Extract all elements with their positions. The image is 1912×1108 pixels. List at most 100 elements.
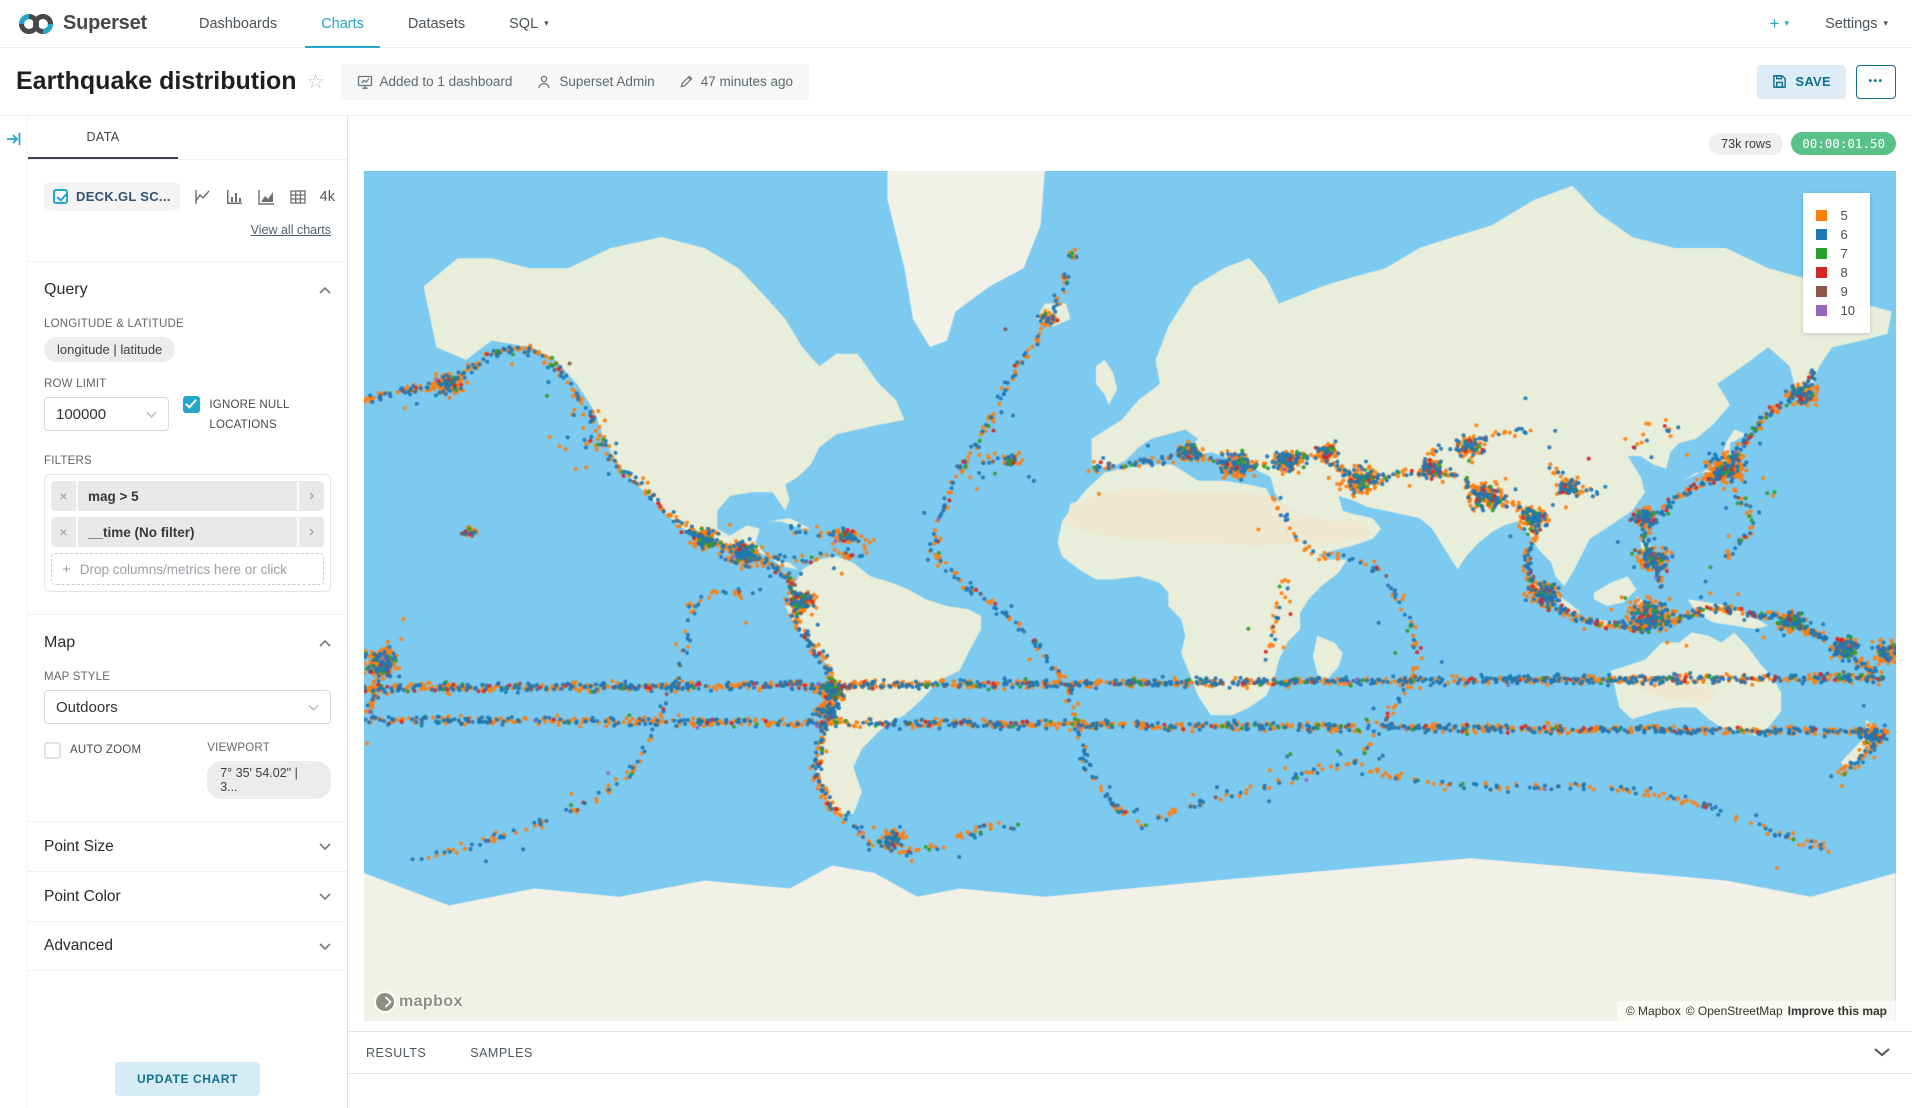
line-chart-icon[interactable] — [193, 189, 212, 205]
ignore-null-checkbox-row[interactable]: IGNORE NULL LOCATIONS — [183, 378, 331, 435]
legend-item: 9 — [1816, 284, 1855, 299]
chart-header: Earthquake distribution ☆ Added to 1 das… — [0, 48, 1912, 116]
top-navbar: Superset Dashboards Charts Datasets SQL … — [0, 0, 1912, 48]
legend-swatch — [1816, 267, 1827, 278]
osm-attribution-link[interactable]: © OpenStreetMap — [1686, 1004, 1783, 1018]
map-style-label: MAP STYLE — [44, 671, 331, 683]
main-content: DATA DECK.GL SC... — [0, 116, 1912, 1108]
section-point-color[interactable]: Point Color — [28, 871, 347, 921]
owner-info[interactable]: Superset Admin — [536, 74, 654, 90]
bar-chart-icon[interactable] — [225, 189, 244, 205]
legend-swatch — [1816, 229, 1827, 240]
chevron-down-icon — [319, 843, 331, 850]
legend-swatch — [1816, 286, 1827, 297]
auto-zoom-checkbox[interactable] — [44, 742, 61, 759]
query-timer-badge: 00:00:01.50 — [1791, 132, 1896, 155]
collapse-results-chevron-icon[interactable] — [1874, 1048, 1894, 1057]
auto-zoom-checkbox-row[interactable]: AUTO ZOOM — [44, 742, 193, 799]
mapbox-logo-icon — [376, 993, 394, 1011]
caret-down-icon: ▾ — [1883, 18, 1888, 29]
tab-samples[interactable]: SAMPLES — [470, 1046, 533, 1060]
map-style-select[interactable]: Outdoors — [44, 690, 331, 724]
world-map-canvas[interactable] — [364, 171, 1896, 1021]
query-section-header[interactable]: Query — [28, 262, 347, 318]
brand-name: Superset — [63, 12, 147, 35]
map-section: Map MAP STYLE Outdoors — [28, 614, 347, 821]
favorite-star-icon[interactable]: ☆ — [307, 69, 325, 94]
panel-tabs: DATA — [28, 116, 347, 160]
map-attribution: © Mapbox © OpenStreetMap Improve this ma… — [1617, 1001, 1896, 1021]
superset-logo[interactable]: Superset — [18, 12, 147, 36]
collapse-panel-icon[interactable] — [5, 130, 22, 1108]
area-chart-icon[interactable] — [257, 189, 276, 205]
lonlat-label: LONGITUDE & LATITUDE — [44, 318, 331, 330]
viz-selected-checkbox-icon — [53, 189, 68, 204]
chart-title: Earthquake distribution — [16, 67, 297, 96]
mapbox-attribution-link[interactable]: © Mapbox — [1626, 1004, 1681, 1018]
save-button[interactable]: SAVE — [1757, 65, 1846, 99]
tab-data[interactable]: DATA — [28, 116, 178, 159]
viz-type-row: DECK.GL SC... — [44, 182, 331, 211]
nav-item-sql[interactable]: SQL ▾ — [493, 0, 565, 48]
map-section-header[interactable]: Map — [28, 615, 347, 671]
main-menu: Dashboards Charts Datasets SQL ▾ — [177, 0, 571, 48]
section-advanced[interactable]: Advanced — [28, 921, 347, 971]
tab-results[interactable]: RESULTS — [366, 1046, 426, 1060]
viz-more-count[interactable]: 4k — [320, 189, 335, 205]
viewport-value-pill[interactable]: 7° 35' 54.02" | 3... — [207, 761, 331, 799]
row-limit-select[interactable]: 100000 — [44, 397, 169, 431]
results-samples-bar: RESULTS SAMPLES — [348, 1031, 1912, 1074]
legend-item: 10 — [1816, 303, 1855, 318]
legend-item: 6 — [1816, 227, 1855, 242]
viz-type-selected[interactable]: DECK.GL SC... — [44, 182, 180, 211]
new-item-button[interactable]: + ▾ — [1770, 14, 1789, 34]
dashboards-info[interactable]: Added to 1 dashboard — [357, 74, 513, 90]
more-actions-button[interactable]: ••• — [1856, 65, 1896, 99]
chart-metadata: Added to 1 dashboard Superset Admin 47 m… — [341, 64, 809, 100]
filter-drop-zone[interactable]: + Drop columns/metrics here or click — [51, 553, 324, 585]
table-icon[interactable] — [289, 189, 307, 205]
remove-filter-icon[interactable]: × — [51, 481, 78, 511]
viewport-label: VIEWPORT — [207, 742, 331, 754]
chart-area: 73k rows 00:00:01.50 5 6 7 8 — [348, 116, 1912, 1108]
mapbox-logo[interactable]: mapbox — [376, 993, 463, 1011]
nav-item-charts[interactable]: Charts — [305, 0, 380, 48]
legend-swatch — [1816, 248, 1827, 259]
chart-status-row: 73k rows 00:00:01.50 — [364, 116, 1896, 171]
filter-item[interactable]: × mag > 5 › — [51, 481, 324, 511]
legend-swatch — [1816, 305, 1827, 316]
section-point-size[interactable]: Point Size — [28, 821, 347, 871]
viz-type-label: DECK.GL SC... — [76, 189, 171, 204]
chevron-up-icon — [319, 640, 331, 647]
last-modified-info[interactable]: 47 minutes ago — [679, 74, 793, 89]
remove-filter-icon[interactable]: × — [51, 517, 78, 547]
expand-filter-icon[interactable]: › — [297, 482, 324, 510]
pencil-icon — [679, 74, 694, 89]
row-limit-label: ROW LIMIT — [44, 378, 169, 390]
superset-logo-icon — [18, 12, 54, 36]
nav-item-datasets[interactable]: Datasets — [392, 0, 481, 48]
nav-item-dashboards[interactable]: Dashboards — [183, 0, 293, 48]
caret-down-icon: ▾ — [544, 18, 549, 29]
filter-item[interactable]: × __time (No filter) › — [51, 517, 324, 547]
dashboard-icon — [357, 74, 373, 90]
panel-collapse-rail — [0, 116, 28, 1108]
legend-item: 5 — [1816, 208, 1855, 223]
viewport-group: VIEWPORT 7° 35' 54.02" | 3... — [207, 742, 331, 799]
expand-filter-icon[interactable]: › — [297, 518, 324, 546]
legend-item: 8 — [1816, 265, 1855, 280]
chevron-down-icon — [319, 943, 331, 950]
settings-menu[interactable]: Settings ▾ — [1825, 16, 1888, 32]
chevron-down-icon — [146, 411, 157, 418]
update-chart-button[interactable]: UPDATE CHART — [115, 1062, 260, 1096]
plus-icon: + — [62, 561, 71, 578]
deckgl-map[interactable]: 5 6 7 8 9 10 mapbo — [364, 171, 1896, 1021]
improve-map-link[interactable]: Improve this map — [1788, 1004, 1887, 1018]
view-all-charts-link[interactable]: View all charts — [251, 223, 331, 237]
legend-item: 7 — [1816, 246, 1855, 261]
ignore-null-checkbox[interactable] — [183, 396, 200, 413]
ignore-null-label: IGNORE NULL LOCATIONS — [209, 396, 331, 435]
chevron-up-icon — [319, 287, 331, 294]
query-section: Query LONGITUDE & LATITUDE longitude | l… — [28, 261, 347, 614]
lonlat-value-pill[interactable]: longitude | latitude — [44, 337, 175, 362]
